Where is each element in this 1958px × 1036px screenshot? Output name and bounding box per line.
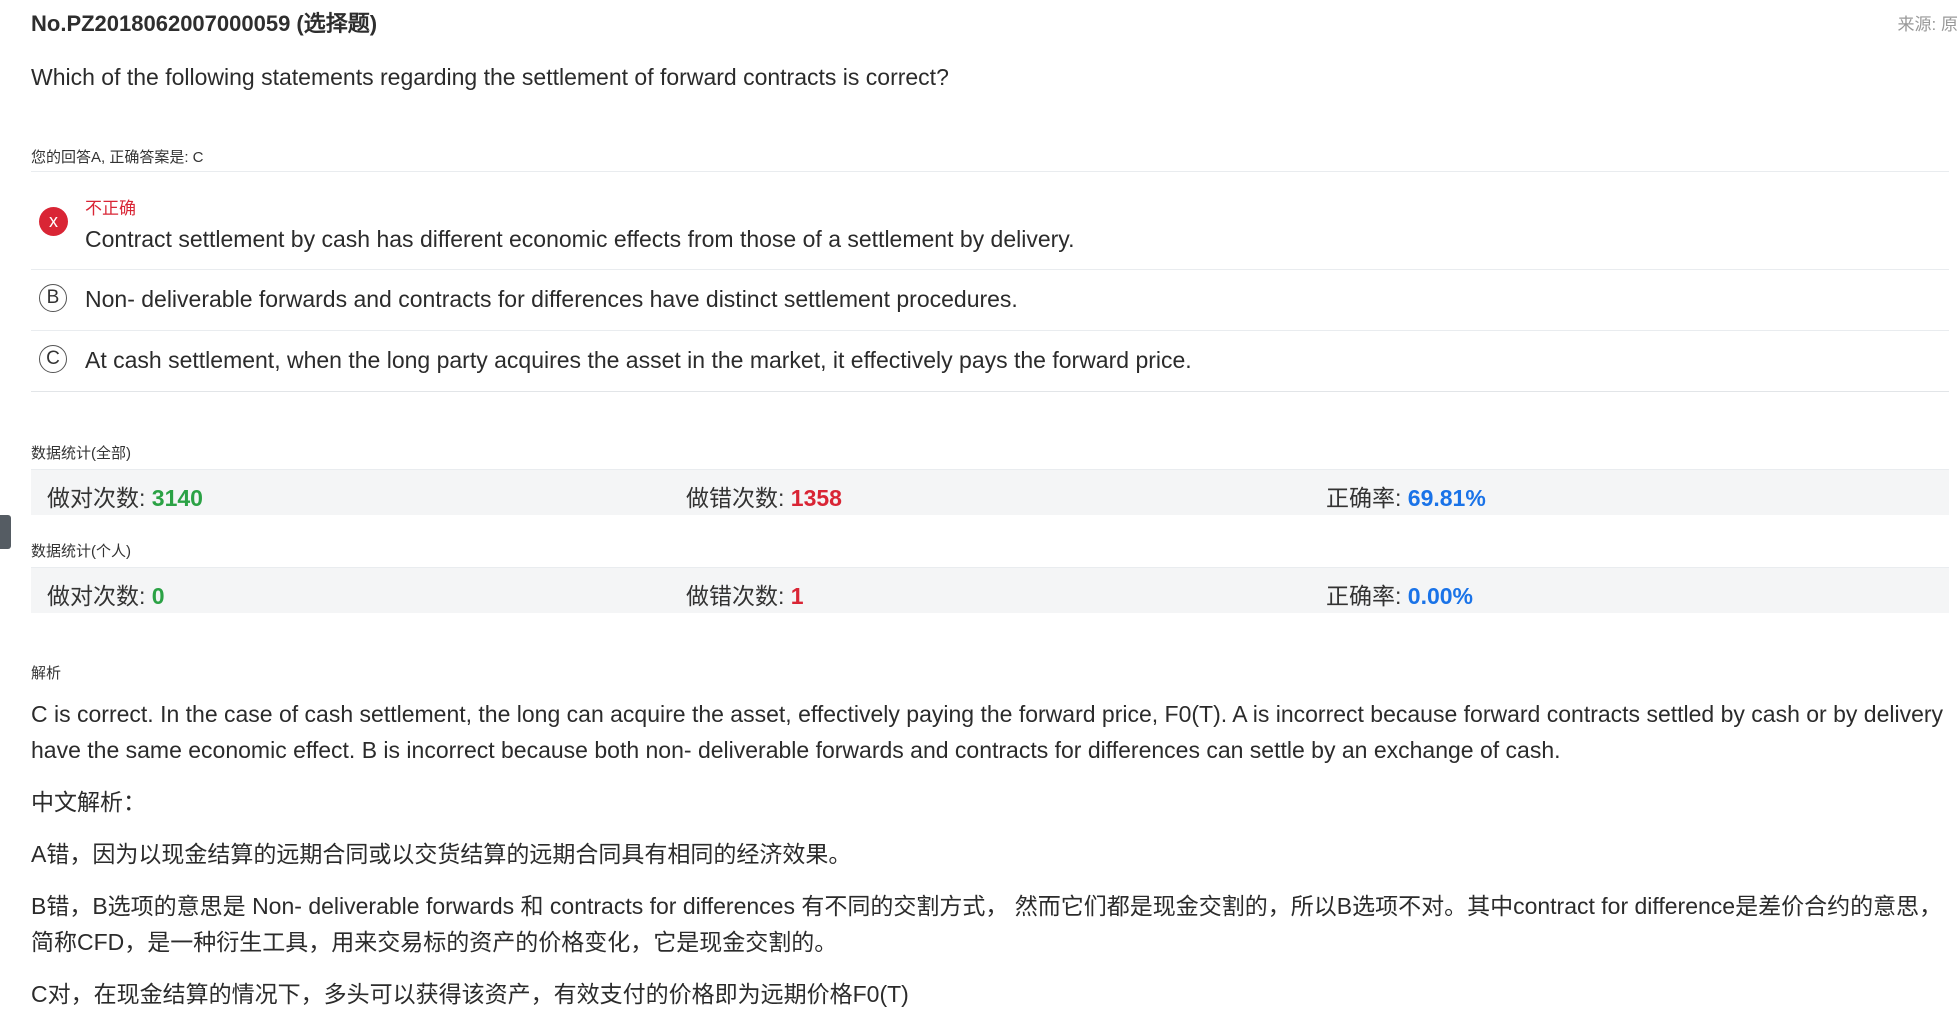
question-text: Which of the following statements regard… <box>31 64 949 90</box>
options-list: x 不正确 Contract settlement by cash has di… <box>31 171 1949 392</box>
side-drawer-tab[interactable] <box>0 515 11 549</box>
stats-personal-label: 数据统计(个人) <box>31 543 131 560</box>
option-text: Non- deliverable forwards and contracts … <box>85 286 1018 312</box>
option-b[interactable]: B Non- deliverable forwards and contract… <box>31 269 1949 330</box>
stats-all-rate: 正确率: 69.81% <box>1326 479 1486 513</box>
option-c[interactable]: C At cash settlement, when the long part… <box>31 330 1949 392</box>
option-text: At cash settlement, when the long party … <box>85 347 1192 373</box>
wrong-count-label: 做错次数: <box>686 583 791 609</box>
accuracy-label: 正确率: <box>1326 485 1408 511</box>
option-letter-b: B <box>39 284 67 312</box>
analysis-body: C is correct. In the case of cash settle… <box>31 696 1956 1028</box>
accuracy-value: 69.81% <box>1407 485 1486 511</box>
analysis-label: 解析 <box>31 665 62 682</box>
correct-count-label: 做对次数: <box>47 485 152 511</box>
stats-personal-rate: 正确率: 0.00% <box>1326 577 1473 611</box>
question-source: 来源: 原 <box>1897 15 1958 34</box>
stats-personal-bar: 做对次数: 0 做错次数: 1 正确率: 0.00% <box>31 567 1949 613</box>
stats-all-correct: 做对次数: 3140 <box>47 479 203 513</box>
wrong-count-value: 1 <box>790 583 804 609</box>
accuracy-value: 0.00% <box>1407 583 1473 609</box>
analysis-paragraph-heading: 中文解析： <box>31 789 146 815</box>
option-letter-c: C <box>39 345 67 373</box>
option-text: Contract settlement by cash has differen… <box>85 226 1075 252</box>
analysis-paragraph-b: B错，B选项的意思是 Non- deliverable forwards 和 c… <box>31 893 1943 955</box>
wrong-mark-icon: x <box>39 207 68 236</box>
question-number: No.PZ2018062007000059 (选择题) <box>31 11 378 36</box>
wrong-count-label: 做错次数: <box>686 485 791 511</box>
correct-count-label: 做对次数: <box>47 583 152 609</box>
question-detail-page: No.PZ2018062007000059 (选择题) 来源: 原 Which … <box>0 0 1958 1036</box>
stats-personal-correct: 做对次数: 0 <box>47 577 165 611</box>
correct-count-value: 3140 <box>151 485 203 511</box>
stats-personal-wrong: 做错次数: 1 <box>686 577 804 611</box>
question-header: No.PZ2018062007000059 (选择题) 来源: 原 <box>31 6 1958 36</box>
analysis-paragraph-a: A错，因为以现金结算的远期合同或以交货结算的远期合同具有相同的经济效果。 <box>31 841 852 867</box>
wrong-count-value: 1358 <box>790 485 842 511</box>
stats-all-wrong: 做错次数: 1358 <box>686 479 842 513</box>
incorrect-label: 不正确 <box>85 199 136 218</box>
accuracy-label: 正确率: <box>1326 583 1408 609</box>
correct-count-value: 0 <box>151 583 165 609</box>
answer-summary: 您的回答A, 正确答案是: C <box>31 149 204 166</box>
option-a[interactable]: x 不正确 Contract settlement by cash has di… <box>31 171 1949 269</box>
stats-all-label: 数据统计(全部) <box>31 445 131 462</box>
analysis-paragraph-c: C对，在现金结算的情况下，多头可以获得该资产，有效支付的价格即为远期价格F0(T… <box>31 981 909 1007</box>
stats-all-bar: 做对次数: 3140 做错次数: 1358 正确率: 69.81% <box>31 469 1949 515</box>
analysis-paragraph-en: C is correct. In the case of cash settle… <box>31 701 1944 763</box>
